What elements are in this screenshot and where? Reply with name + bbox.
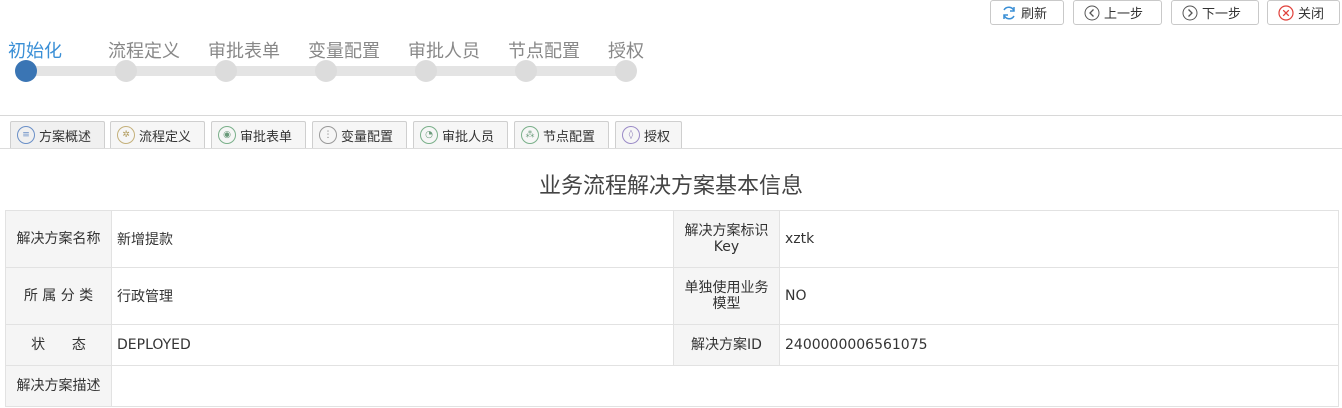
tab-label: 方案概述 (39, 129, 92, 145)
step-dot-authorize[interactable] (615, 60, 637, 82)
tab-label: 流程定义 (139, 129, 192, 145)
refresh-button[interactable]: 刷新 (990, 0, 1064, 25)
refresh-icon (1001, 5, 1017, 21)
tab-overview[interactable]: ≡ 方案概述 (10, 121, 105, 148)
table-row: 解决方案描述 (5, 365, 1339, 407)
tab-label: 节点配置 (543, 129, 596, 145)
tab-label: 审批人员 (442, 129, 495, 145)
step-label-approvers[interactable]: 审批人员 (408, 37, 480, 63)
tab-authorize[interactable]: ◊ 授权 (615, 121, 682, 148)
description-value (111, 365, 1339, 407)
step-dot-node-config[interactable] (515, 60, 537, 82)
eye-icon: ◉ (218, 126, 236, 144)
tab-variable-config[interactable]: ⋮ 变量配置 (312, 121, 407, 148)
step-label-init[interactable]: 初始化 (8, 37, 62, 63)
tab-approvers[interactable]: ◔ 审批人员 (413, 121, 508, 148)
standalone-model-value: NO (779, 267, 1339, 325)
step-label-approval-form[interactable]: 审批表单 (208, 37, 280, 63)
list-icon: ≡ (17, 126, 35, 144)
tab-bar-bottom (0, 148, 1342, 149)
close-label: 关闭 (1298, 7, 1325, 22)
network-icon: ⁂ (521, 126, 539, 144)
step-dot-init[interactable] (15, 60, 37, 82)
flowchart-icon: ✲ (117, 126, 135, 144)
step-dot-approvers[interactable] (415, 60, 437, 82)
step-dot-variable-config[interactable] (315, 60, 337, 82)
status-value: DEPLOYED (111, 324, 674, 366)
solution-name-label: 解决方案名称 (5, 210, 112, 268)
table-row: 状 态 DEPLOYED 解决方案ID 2400000006561075 (5, 324, 1339, 366)
table-row: 所 属 分 类 行政管理 单独使用业务模型 NO (5, 267, 1339, 325)
solution-name-value: 新增提款 (111, 210, 674, 268)
next-step-label: 下一步 (1202, 7, 1242, 22)
next-step-button[interactable]: 下一步 (1171, 0, 1259, 25)
category-label: 所 属 分 类 (5, 267, 112, 325)
solution-key-value: xztk (779, 210, 1339, 268)
table-row: 解决方案名称 新增提款 解决方案标识Key xztk (5, 210, 1339, 268)
status-label: 状 态 (5, 324, 112, 366)
step-dot-approval-form[interactable] (215, 60, 237, 82)
step-dot-process-definition[interactable] (115, 60, 137, 82)
solution-info-table: 解决方案名称 新增提款 解决方案标识Key xztk 所 属 分 类 行政管理 … (5, 210, 1339, 407)
step-label-variable-config[interactable]: 变量配置 (308, 37, 380, 63)
tab-label: 审批表单 (240, 129, 293, 145)
refresh-label: 刷新 (1021, 7, 1048, 22)
chevron-left-circle-icon (1084, 5, 1100, 21)
step-label-process-definition[interactable]: 流程定义 (108, 37, 180, 63)
category-value: 行政管理 (111, 267, 674, 325)
sliders-icon: ⋮ (319, 126, 337, 144)
previous-step-label: 上一步 (1104, 7, 1144, 22)
previous-step-button[interactable]: 上一步 (1073, 0, 1162, 25)
tab-node-config[interactable]: ⁂ 节点配置 (514, 121, 609, 148)
close-circle-icon (1278, 4, 1294, 21)
tab-approval-form[interactable]: ◉ 审批表单 (211, 121, 306, 148)
step-label-node-config[interactable]: 节点配置 (508, 37, 580, 63)
description-label: 解决方案描述 (5, 365, 112, 407)
user-icon: ◔ (420, 126, 438, 144)
divider (0, 115, 1342, 116)
solution-key-label: 解决方案标识Key (673, 210, 780, 268)
standalone-model-label: 单独使用业务模型 (673, 267, 780, 325)
tab-label: 变量配置 (341, 129, 394, 145)
shield-icon: ◊ (622, 126, 640, 144)
solution-id-label: 解决方案ID (673, 324, 780, 366)
chevron-right-circle-icon (1182, 5, 1198, 21)
solution-id-value: 2400000006561075 (779, 324, 1339, 366)
tab-label: 授权 (644, 129, 671, 145)
close-button[interactable]: 关闭 (1267, 0, 1340, 25)
tab-process-definition[interactable]: ✲ 流程定义 (110, 121, 205, 148)
page-title: 业务流程解决方案基本信息 (538, 174, 803, 199)
